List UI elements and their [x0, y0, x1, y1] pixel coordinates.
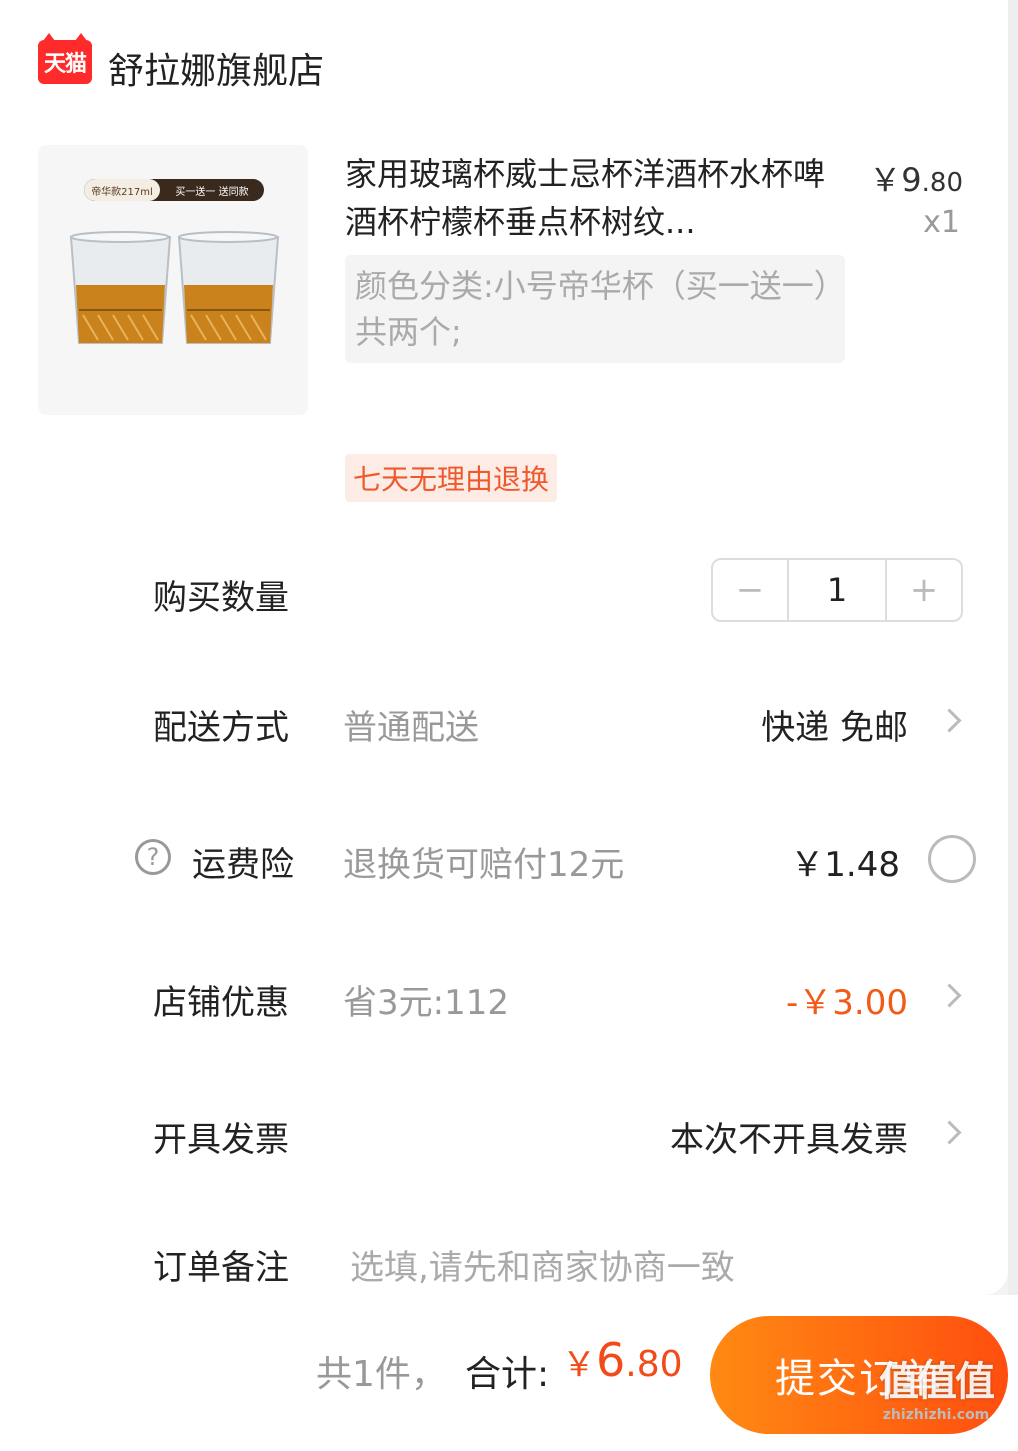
delivery-desc: 普通配送 — [343, 708, 479, 748]
quantity-input[interactable]: 1 — [787, 560, 887, 620]
return-policy-badge: 七天无理由退换 — [345, 454, 558, 502]
note-label: 订单备注 — [153, 1248, 289, 1288]
item-count: 共1件， — [316, 1354, 447, 1395]
watermark-logo: 值值值 zhizhizhi.com — [879, 1359, 995, 1423]
product-image-tag: 帝华款217ml 买一送一 送同款 — [84, 179, 264, 201]
coupon-label: 店铺优惠 — [153, 983, 289, 1023]
store-name[interactable]: 舒拉娜旗舰店 — [108, 42, 324, 94]
quantity-label: 购买数量 — [153, 578, 289, 618]
product-price: ￥9.80 — [869, 161, 963, 199]
decrease-button[interactable]: − — [713, 560, 787, 620]
product-quantity: x1 — [923, 205, 960, 240]
coupon-desc: 省3元:112 — [343, 983, 509, 1023]
product-variant[interactable]: 颜色分类:小号帝华杯（买一送一）共两个; — [345, 255, 845, 363]
product-image[interactable]: 帝华款217ml 买一送一 送同款 — [38, 145, 308, 415]
insurance-label: 运费险 — [192, 845, 294, 885]
note-input[interactable]: 选填,请先和商家协商一致 — [350, 1240, 735, 1289]
chevron-right-icon — [937, 1120, 962, 1145]
scrollbar[interactable] — [1008, 0, 1018, 1295]
help-icon[interactable]: ? — [135, 839, 171, 875]
invoice-value: 本次不开具发票 — [670, 1120, 908, 1160]
insurance-desc: 退换货可赔付12元 — [343, 845, 625, 885]
chevron-right-icon — [937, 708, 962, 733]
delivery-label: 配送方式 — [153, 708, 289, 748]
total-amount: ￥6.80 — [562, 1333, 683, 1387]
insurance-radio[interactable] — [928, 835, 976, 883]
delivery-value: 快递 免邮 — [761, 708, 908, 748]
invoice-label: 开具发票 — [153, 1120, 289, 1160]
increase-button[interactable]: + — [887, 560, 961, 620]
order-card: 天猫 舒拉娜旗舰店 帝华款217ml 买一送一 送同款 家用玻璃杯威士忌杯洋酒杯… — [0, 0, 1008, 1295]
insurance-price: ￥1.48 — [790, 845, 900, 885]
tmall-logo: 天猫 — [38, 33, 92, 84]
coupon-value: -￥3.00 — [786, 983, 908, 1023]
chevron-right-icon — [937, 983, 962, 1008]
product-title[interactable]: 家用玻璃杯威士忌杯洋酒杯水杯啤酒杯柠檬杯垂点杯树纹... — [345, 150, 825, 246]
total-label: 合计: — [465, 1354, 550, 1395]
quantity-stepper: − 1 + — [711, 558, 963, 622]
checkout-footer: 共1件， 合计: ￥6.80 提交订单 值值值 zhizhizhi.com — [0, 1295, 1018, 1451]
